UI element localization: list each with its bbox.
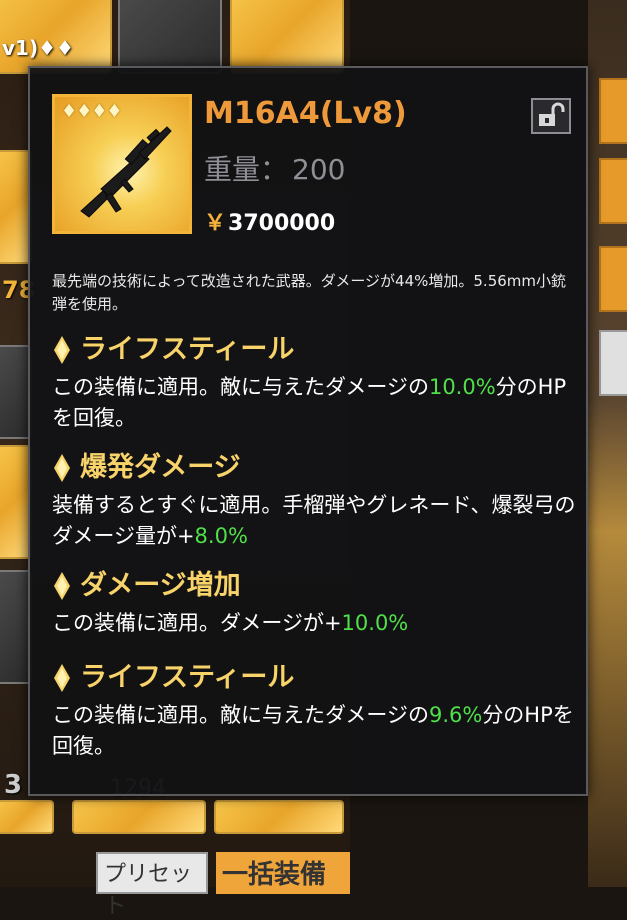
- skill-desc-text: 装備するとすぐに適用。手榴弾やグレネード、爆裂弓のダメージ量が+: [52, 493, 576, 548]
- weight-label: 重量：: [204, 153, 289, 186]
- skill-entry: ダメージ増加 この装備に適用。ダメージが+10.0%: [52, 568, 582, 639]
- skill-description: この装備に適用。敵に与えたダメージの10.0%分のHPを回復。: [52, 372, 582, 434]
- side-tab[interactable]: [599, 246, 627, 312]
- bg-item-level-fragment: v1)♦♦: [2, 36, 74, 60]
- skill-description: この装備に適用。ダメージが+10.0%: [52, 608, 582, 639]
- skill-entry: ライフスティール この装備に適用。敵に与えたダメージの9.6%分のHPを回復。: [52, 660, 582, 762]
- item-description: 最先端の技術によって改造された武器。ダメージが44%増加。5.56mm小銃弾を使…: [52, 272, 567, 313]
- price-value: 3700000: [228, 211, 336, 236]
- skill-title: ライフスティール: [52, 660, 582, 696]
- skill-description: 装備するとすぐに適用。手榴弾やグレネード、爆裂弓のダメージ量が+8.0%: [52, 490, 582, 552]
- equip-all-button-label: 一括装備: [222, 860, 327, 890]
- skill-entry: 爆発ダメージ 装備するとすぐに適用。手榴弾やグレネード、爆裂弓のダメージ量が+8…: [52, 450, 582, 552]
- item-weight: 重量： 200: [204, 148, 345, 188]
- lock-toggle-button[interactable]: [531, 98, 571, 134]
- unlocked-padlock-icon: [539, 102, 565, 126]
- skill-value: 9.6%: [428, 703, 483, 727]
- skill-desc-text: この装備に適用。ダメージが+: [52, 611, 342, 635]
- skill-value: 8.0%: [194, 524, 248, 548]
- side-tab[interactable]: [599, 330, 627, 396]
- skill-title-text: 爆発ダメージ: [80, 452, 241, 483]
- diamond-icon: [54, 336, 70, 364]
- inventory-slot[interactable]: [230, 0, 344, 74]
- yen-symbol: ￥: [204, 211, 227, 236]
- diamond-icon: [54, 664, 70, 692]
- weight-value: 200: [292, 153, 346, 186]
- skill-desc-text: この装備に適用。敵に与えたダメージの: [52, 703, 429, 727]
- inventory-slot[interactable]: [118, 0, 222, 74]
- side-tab[interactable]: [599, 78, 627, 144]
- item-detail-panel: ♦♦♦♦ M16A4(Lv8) 重量： 200 ￥3700000 最先端の技術によ…: [28, 66, 588, 796]
- skill-title-text: ライフスティール: [80, 334, 295, 365]
- inventory-slot[interactable]: [72, 800, 206, 834]
- bg-count-fragment: 3: [4, 770, 23, 800]
- skill-value: 10.0%: [341, 611, 409, 635]
- item-icon: ♦♦♦♦: [52, 94, 192, 234]
- skill-desc-text: この装備に適用。敵に与えたダメージの: [52, 375, 429, 399]
- item-name: M16A4(Lv8): [204, 96, 407, 131]
- skill-value: 10.0%: [428, 375, 496, 399]
- skill-title: ダメージ増加: [52, 568, 582, 604]
- skill-title-text: ライフスティール: [80, 662, 295, 693]
- item-price: ￥3700000: [204, 205, 335, 237]
- side-tab[interactable]: [599, 158, 627, 224]
- inventory-slot[interactable]: [214, 800, 344, 834]
- preset-button[interactable]: プリセット: [96, 852, 208, 919]
- rifle-icon: [80, 126, 172, 218]
- preset-button-label: プリセット: [104, 862, 193, 919]
- diamond-icon: [54, 454, 70, 482]
- diamond-icon: [54, 572, 70, 600]
- inventory-slot[interactable]: [0, 800, 54, 834]
- skill-title: 爆発ダメージ: [52, 450, 582, 486]
- skill-title-text: ダメージ増加: [80, 570, 241, 601]
- skill-title: ライフスティール: [52, 332, 582, 368]
- skill-entry: ライフスティール この装備に適用。敵に与えたダメージの10.0%分のHPを回復。: [52, 332, 582, 434]
- skill-description: この装備に適用。敵に与えたダメージの9.6%分のHPを回復。: [52, 700, 582, 762]
- equip-all-button[interactable]: 一括装備: [216, 852, 350, 894]
